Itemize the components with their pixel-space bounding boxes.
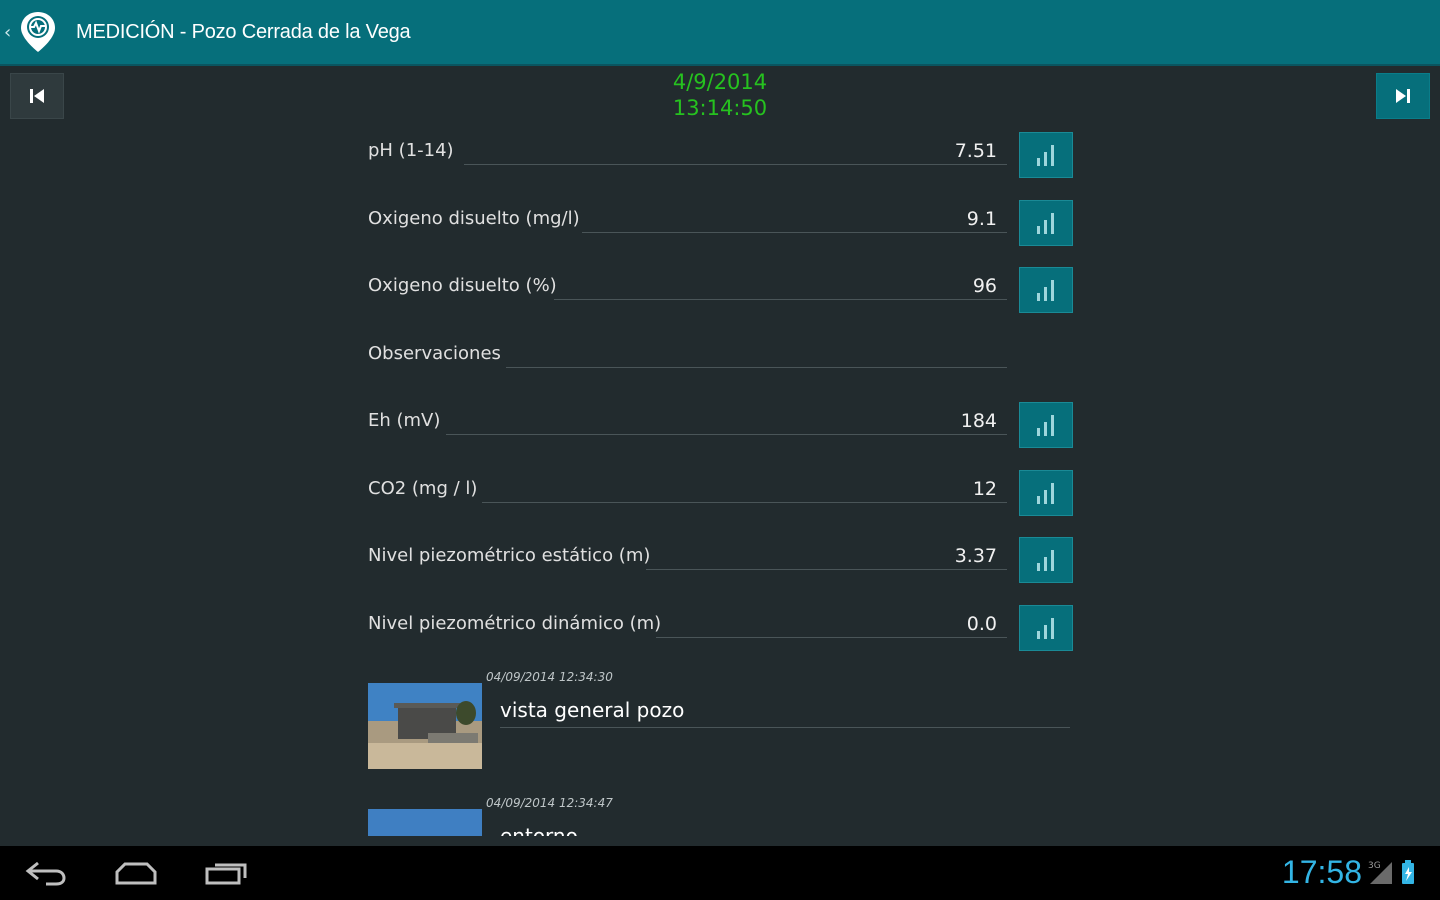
measurement-row-observaciones: Observaciones <box>368 335 1073 383</box>
next-button[interactable] <box>1376 73 1430 119</box>
photo-item[interactable]: 04/09/2014 12:34:47 entorno <box>368 796 1073 836</box>
bar-chart-icon <box>1037 618 1054 639</box>
bar-chart-icon <box>1037 145 1054 166</box>
measurement-label: Eh (mV) <box>368 410 441 431</box>
measurement-value[interactable]: 7.51 <box>955 140 997 162</box>
measurement-label: Oxigeno disuelto (%) <box>368 275 557 296</box>
caption-underline <box>500 727 1070 728</box>
measurement-label: pH (1-14) <box>368 140 454 161</box>
measurement-value[interactable]: 184 <box>961 410 997 432</box>
recent-apps-icon <box>205 863 247 885</box>
recent-apps-button[interactable] <box>196 856 256 890</box>
input-underline <box>656 637 1007 638</box>
bar-chart-icon <box>1037 550 1054 571</box>
previous-button[interactable] <box>10 73 64 119</box>
observaciones-input[interactable] <box>506 367 1007 368</box>
chart-button[interactable] <box>1019 267 1073 313</box>
back-button[interactable] <box>16 856 76 890</box>
system-clock[interactable]: 17:58 <box>1282 854 1362 891</box>
measurement-date: 4/9/2014 <box>672 70 768 94</box>
measurement-row-nivel-dinamico: Nivel piezométrico dinámico (m) 0.0 <box>368 605 1073 653</box>
input-underline <box>446 434 1007 435</box>
chart-button[interactable] <box>1019 537 1073 583</box>
chart-button[interactable] <box>1019 402 1073 448</box>
measurement-value[interactable]: 3.37 <box>955 545 997 567</box>
bar-chart-icon <box>1037 483 1054 504</box>
photo-thumbnail[interactable] <box>368 683 482 769</box>
measurement-row-nivel-estatico: Nivel piezométrico estático (m) 3.37 <box>368 537 1073 585</box>
input-underline <box>464 164 1007 165</box>
measurement-label: Oxigeno disuelto (mg/l) <box>368 208 580 229</box>
input-underline <box>554 299 1007 300</box>
back-icon <box>25 861 66 886</box>
action-bar: ‹ MEDICIÓN - Pozo Cerrada de la Vega <box>0 0 1440 66</box>
input-underline <box>582 232 1007 233</box>
skip-next-icon <box>1396 89 1410 103</box>
bar-chart-icon <box>1037 280 1054 301</box>
input-underline <box>482 502 1007 503</box>
measurement-value[interactable]: 0.0 <box>967 613 997 635</box>
measurement-row-oxygen-mgl: Oxigeno disuelto (mg/l) 9.1 <box>368 200 1073 248</box>
photo-caption[interactable]: entorno <box>500 824 578 836</box>
measurement-label: Observaciones <box>368 343 501 364</box>
photo-caption[interactable]: vista general pozo <box>500 698 684 722</box>
measurement-label: Nivel piezométrico estático (m) <box>368 545 651 566</box>
chart-button[interactable] <box>1019 470 1073 516</box>
measurement-value[interactable]: 96 <box>973 275 997 297</box>
input-underline <box>646 569 1007 570</box>
photo-thumbnail[interactable] <box>368 809 482 836</box>
photo-item[interactable]: 04/09/2014 12:34:30 vista general pozo <box>368 670 1073 770</box>
chart-button[interactable] <box>1019 605 1073 651</box>
chart-button[interactable] <box>1019 132 1073 178</box>
home-icon <box>115 862 157 885</box>
bar-chart-icon <box>1037 415 1054 436</box>
app-logo-icon[interactable] <box>18 9 58 55</box>
measurement-row-eh: Eh (mV) 184 <box>368 402 1073 450</box>
measurement-value[interactable]: 12 <box>973 478 997 500</box>
system-navigation-bar: 17:58 3G <box>0 846 1440 900</box>
photo-timestamp: 04/09/2014 12:34:47 <box>486 796 613 810</box>
measurement-value[interactable]: 9.1 <box>967 208 997 230</box>
skip-previous-icon <box>30 89 44 103</box>
page-title: MEDICIÓN - Pozo Cerrada de la Vega <box>76 20 411 43</box>
bar-chart-icon <box>1037 213 1054 234</box>
home-button[interactable] <box>106 856 166 890</box>
measurement-datetime: 4/9/2014 13:14:50 <box>620 69 820 121</box>
up-caret-icon[interactable]: ‹ <box>4 22 16 43</box>
status-icons[interactable]: 3G <box>1366 858 1426 888</box>
measurement-label: Nivel piezométrico dinámico (m) <box>368 613 662 634</box>
measurement-row-ph: pH (1-14) 7.51 <box>368 132 1073 180</box>
measurement-label: CO2 (mg / l) <box>368 478 478 499</box>
measurement-row-co2: CO2 (mg / l) 12 <box>368 470 1073 518</box>
measurement-time: 13:14:50 <box>672 96 768 120</box>
chart-button[interactable] <box>1019 200 1073 246</box>
photo-timestamp: 04/09/2014 12:34:30 <box>486 670 613 684</box>
network-type-label: 3G <box>1368 861 1381 871</box>
measurement-row-oxygen-pct: Oxigeno disuelto (%) 96 <box>368 267 1073 315</box>
